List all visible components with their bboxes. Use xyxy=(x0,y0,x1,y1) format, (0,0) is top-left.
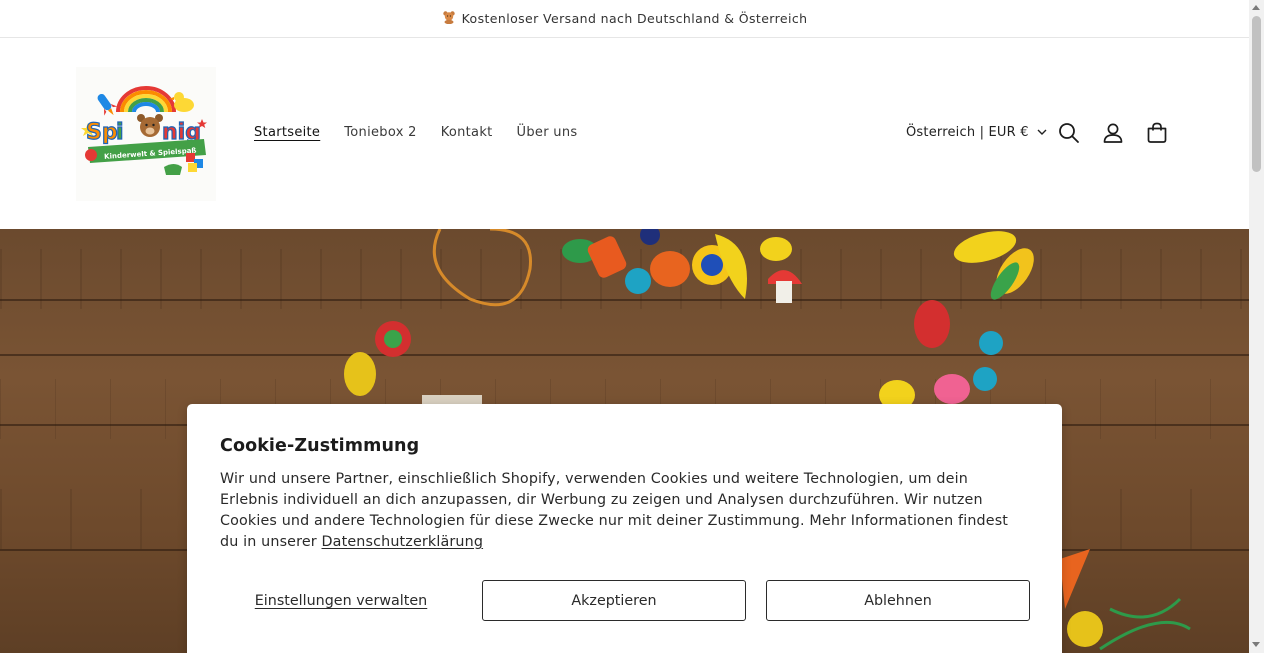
cookie-actions: Einstellungen verwalten Akzeptieren Able… xyxy=(220,580,1030,621)
chevron-down-icon xyxy=(1037,125,1047,140)
privacy-policy-link[interactable]: Datenschutzerklärung xyxy=(322,534,484,550)
svg-text:Sp: Sp xyxy=(86,120,118,145)
announcement-bar: Kostenloser Versand nach Deutschland & Ö… xyxy=(0,0,1249,38)
cart-icon[interactable] xyxy=(1145,121,1169,145)
store-logo[interactable]: Sp i nig Kinderwelt & Spielspaß xyxy=(76,67,216,201)
teddy-bear-icon xyxy=(442,10,456,28)
nav-link-kontakt[interactable]: Kontakt xyxy=(441,125,493,140)
nav-link-startseite[interactable]: Startseite xyxy=(254,125,320,140)
accept-button[interactable]: Akzeptieren xyxy=(482,580,746,621)
search-icon[interactable] xyxy=(1057,121,1081,145)
cookie-consent-dialog: Cookie-Zustimmung Wir und unsere Partner… xyxy=(187,404,1062,653)
site-header: Sp i nig Kinderwelt & Spielspaß Startsei… xyxy=(0,39,1249,229)
cookie-title: Cookie-Zustimmung xyxy=(220,436,420,456)
locale-label: Österreich | EUR € xyxy=(906,125,1029,140)
main-nav: Startseite Toniebox 2 Kontakt Über uns xyxy=(254,125,601,140)
svg-text:i: i xyxy=(116,120,124,145)
nav-link-toniebox[interactable]: Toniebox 2 xyxy=(344,125,416,140)
scroll-up-arrow-icon[interactable] xyxy=(1252,5,1260,10)
account-icon[interactable] xyxy=(1101,121,1125,145)
scrollbar-thumb[interactable] xyxy=(1252,16,1261,172)
nav-link-ueber-uns[interactable]: Über uns xyxy=(517,125,578,140)
decline-button[interactable]: Ablehnen xyxy=(766,580,1030,621)
scroll-down-arrow-icon[interactable] xyxy=(1252,642,1260,647)
country-currency-selector[interactable]: Österreich | EUR € xyxy=(906,125,1047,140)
cookie-body: Wir und unsere Partner, einschließlich S… xyxy=(220,469,1030,553)
announcement-text: Kostenloser Versand nach Deutschland & Ö… xyxy=(461,11,808,26)
page-scrollbar[interactable] xyxy=(1249,0,1264,653)
manage-settings-button[interactable]: Einstellungen verwalten xyxy=(220,580,462,621)
